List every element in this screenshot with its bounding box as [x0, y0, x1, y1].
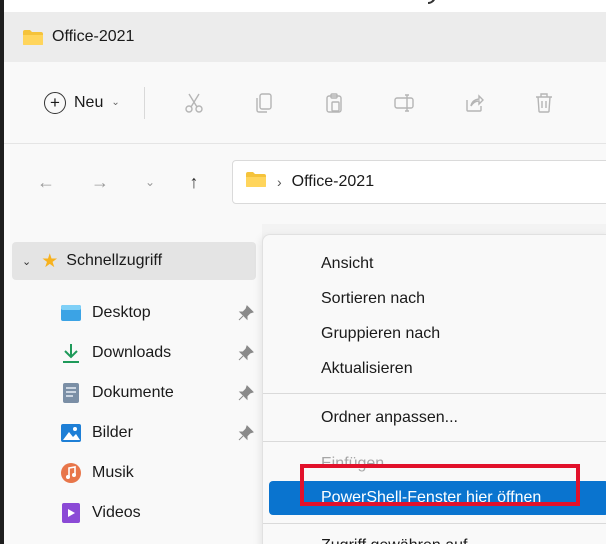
title-bar: Office-2021: [4, 12, 606, 62]
pin-icon[interactable]: [238, 345, 254, 361]
nav-item-label: Videos: [92, 504, 141, 521]
nav-item-label: Desktop: [92, 304, 151, 321]
nav-item-documents[interactable]: Dokumente: [60, 374, 256, 412]
nav-item-downloads[interactable]: Downloads: [60, 334, 256, 372]
download-icon: [60, 342, 82, 364]
desktop-icon: [60, 302, 82, 324]
new-button-label: Neu: [74, 93, 104, 111]
menu-item-group-by[interactable]: Gruppieren nach: [269, 317, 606, 351]
menu-item-view[interactable]: Ansicht: [269, 247, 606, 281]
menu-divider: [263, 393, 606, 394]
address-bar[interactable]: › Office-2021: [232, 160, 606, 204]
nav-item-label: Musik: [92, 464, 134, 481]
nav-item-videos[interactable]: Videos: [60, 494, 256, 532]
window-title: Office-2021: [52, 28, 135, 45]
command-bar: + Neu ⌄: [4, 62, 606, 144]
delete-icon[interactable]: [530, 89, 558, 117]
menu-divider: [263, 523, 606, 524]
nav-item-label: Dokumente: [92, 384, 174, 401]
navigation-pane: ⌄ ★ Schnellzugriff Desktop Downloads Dok…: [4, 224, 262, 544]
chevron-right-icon: ›: [277, 174, 282, 190]
pin-icon[interactable]: [238, 425, 254, 441]
chevron-down-icon[interactable]: ⌄: [22, 255, 31, 268]
pictures-icon: [60, 422, 82, 444]
chevron-down-icon: ⌄: [111, 97, 120, 108]
toolbar-divider: [143, 86, 145, 119]
quick-access-label: Schnellzugriff: [66, 252, 163, 269]
plus-icon: +: [44, 91, 66, 114]
star-icon: ★: [41, 250, 59, 272]
menu-item-refresh[interactable]: Aktualisieren: [269, 352, 606, 386]
pin-icon[interactable]: [238, 305, 254, 321]
back-arrow-icon[interactable]: ←: [34, 170, 58, 194]
nav-item-label: Bilder: [92, 424, 133, 441]
menu-item-customize-folder[interactable]: Ordner anpassen...: [269, 401, 606, 435]
breadcrumb[interactable]: Office-2021: [292, 173, 374, 191]
folder-icon: [245, 171, 267, 193]
documents-icon: [60, 382, 82, 404]
window-frame-corner: [428, 0, 436, 4]
folder-icon: [22, 29, 44, 46]
highlight-annotation: [300, 464, 580, 506]
forward-arrow-icon[interactable]: →: [88, 170, 112, 194]
nav-item-label: Downloads: [92, 344, 172, 361]
menu-item-sort-by[interactable]: Sortieren nach: [269, 282, 606, 316]
music-icon: [60, 462, 82, 484]
menu-item-give-access[interactable]: Zugriff gewähren auf: [269, 529, 606, 544]
nav-item-desktop[interactable]: Desktop: [60, 294, 256, 332]
address-row: ← → ⌄ ↑ › Office-2021: [4, 144, 606, 224]
copy-icon[interactable]: [250, 89, 278, 117]
share-icon[interactable]: [460, 89, 488, 117]
nav-item-music[interactable]: Musik: [60, 454, 256, 492]
paste-icon[interactable]: [320, 89, 348, 117]
pin-icon[interactable]: [238, 385, 254, 401]
cut-icon[interactable]: [180, 89, 208, 117]
rename-icon[interactable]: [390, 89, 418, 117]
videos-icon: [60, 502, 82, 524]
new-button[interactable]: + Neu ⌄: [36, 83, 128, 123]
up-arrow-icon[interactable]: ↑: [182, 170, 206, 194]
quick-access-item[interactable]: ⌄ ★ Schnellzugriff: [12, 242, 256, 280]
nav-item-pictures[interactable]: Bilder: [60, 414, 256, 452]
chevron-down-icon[interactable]: ⌄: [138, 170, 162, 194]
menu-divider: [263, 441, 606, 442]
